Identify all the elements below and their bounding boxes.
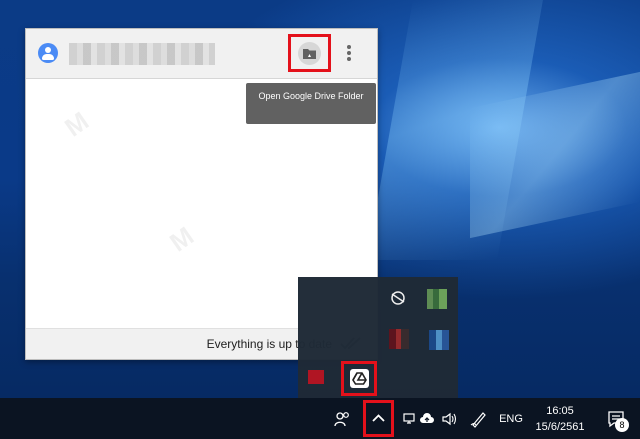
blurred-tray-icon[interactable] xyxy=(389,329,409,349)
blurred-tray-icon[interactable] xyxy=(308,370,324,384)
show-hidden-icons-button[interactable] xyxy=(363,400,394,437)
blurred-tray-icon[interactable] xyxy=(427,289,447,309)
cloud-upload-icon[interactable] xyxy=(418,398,436,439)
clock-time: 16:05 xyxy=(546,404,574,417)
google-drive-tray-button[interactable] xyxy=(341,361,377,396)
more-vertical-icon[interactable] xyxy=(343,43,355,65)
tray-bug-icon[interactable] xyxy=(388,288,408,308)
watermark-logo: M xyxy=(164,220,200,258)
clock-date: 15/6/2561 xyxy=(535,420,585,433)
watermark-logo: M xyxy=(59,105,95,143)
chevron-up-icon xyxy=(372,414,385,422)
blurred-tray-icon[interactable] xyxy=(429,330,449,350)
notification-badge: 8 xyxy=(615,418,629,432)
open-folder-tooltip: Open Google Drive Folder xyxy=(246,83,376,124)
language-indicator[interactable]: ENG xyxy=(498,398,524,439)
account-circle-icon[interactable] xyxy=(38,43,58,63)
account-email xyxy=(69,43,215,65)
google-drive-icon xyxy=(350,369,369,388)
clock[interactable]: 16:05 15/6/2561 xyxy=(531,398,589,439)
people-icon[interactable] xyxy=(330,398,356,439)
volume-icon[interactable] xyxy=(440,398,460,439)
action-center-icon[interactable] xyxy=(596,398,636,439)
folder-button-circle xyxy=(298,42,321,65)
open-drive-folder-button[interactable] xyxy=(288,34,331,72)
pen-icon[interactable] xyxy=(466,398,492,439)
popup-header xyxy=(26,29,377,79)
taskbar: ENG 16:05 15/6/2561 xyxy=(0,398,640,439)
